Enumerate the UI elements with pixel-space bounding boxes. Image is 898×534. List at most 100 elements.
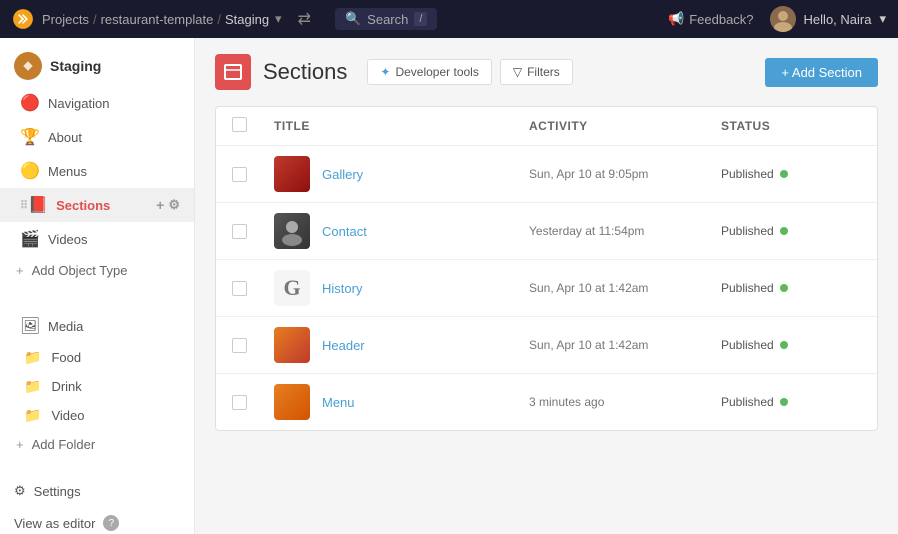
view-editor-label: View as editor	[14, 516, 95, 531]
filters-button[interactable]: ▽ Filters	[500, 59, 573, 85]
row-checkbox[interactable]	[232, 395, 247, 410]
about-icon: 🏆	[20, 127, 38, 147]
folder-icon: 📁	[24, 378, 41, 395]
row-thumbnail	[274, 156, 310, 192]
add-object-type-button[interactable]: + Add Object Type	[0, 256, 194, 285]
sidebar-item-videos[interactable]: 🎬 Videos	[0, 222, 194, 256]
staging-header[interactable]: Staging	[0, 46, 194, 86]
sidebar-item-sections[interactable]: ⠿ 📕 Sections + ⚙	[0, 188, 194, 222]
drag-handle-icon[interactable]: ⠿	[20, 199, 28, 212]
joomla-logo-icon	[12, 8, 34, 30]
row-title-link[interactable]: Menu	[322, 395, 355, 410]
folder-icon: 📁	[24, 349, 41, 366]
top-navigation: Projects / restaurant-template / Staging…	[0, 0, 898, 38]
row-title-cell: G History	[274, 270, 517, 306]
user-dropdown-icon[interactable]: ▾	[879, 11, 886, 27]
add-item-icon[interactable]: +	[156, 197, 164, 213]
table-row: Menu 3 minutes ago Published	[216, 374, 877, 430]
search-shortcut: /	[414, 12, 427, 26]
row-title-link[interactable]: Gallery	[322, 167, 363, 182]
sidebar-item-actions: + ⚙	[156, 197, 180, 213]
sidebar-top-section: Staging 🔴 Navigation 🏆 About 🟡 Menus ⠿ 📕…	[0, 38, 194, 293]
developer-tools-button[interactable]: ✦ Developer tools	[367, 59, 491, 85]
view-editor-row: View as editor ?	[0, 507, 194, 534]
add-section-button[interactable]: + Add Section	[765, 58, 878, 87]
sections-page-icon	[215, 54, 251, 90]
status-label: Published	[721, 395, 774, 409]
row-checkbox[interactable]	[232, 167, 247, 182]
status-dot	[780, 341, 788, 349]
sidebar: Staging 🔴 Navigation 🏆 About 🟡 Menus ⠿ 📕…	[0, 38, 195, 534]
media-item-label: Food	[51, 350, 81, 365]
navigation-icon: 🔴	[20, 93, 38, 113]
sidebar-item-label: About	[48, 130, 82, 145]
header-actions: ✦ Developer tools ▽ Filters	[367, 59, 572, 85]
row-checkbox[interactable]	[232, 224, 247, 239]
status-label: Published	[721, 281, 774, 295]
add-icon: +	[16, 263, 24, 278]
feedback-button[interactable]: 📢 Feedback?	[668, 11, 754, 27]
table-row: G History Sun, Apr 10 at 1:42am Publishe…	[216, 260, 877, 317]
row-status: Published	[721, 167, 861, 181]
row-status: Published	[721, 224, 861, 238]
row-thumbnail	[274, 327, 310, 363]
user-info[interactable]: Hello, Naira ▾	[770, 6, 886, 32]
sections-table: Title Activity Status Gallery Sun, Apr 1…	[215, 106, 878, 431]
row-activity: Yesterday at 11:54pm	[529, 224, 709, 238]
settings-item[interactable]: ⚙ Settings	[0, 475, 194, 507]
sidebar-item-label: Sections	[56, 198, 110, 213]
table-row: Contact Yesterday at 11:54pm Published	[216, 203, 877, 260]
select-all-checkbox[interactable]	[232, 117, 262, 135]
staging-label: Staging	[50, 58, 101, 74]
status-dot	[780, 398, 788, 406]
row-title-cell: Menu	[274, 384, 517, 420]
row-title-cell: Contact	[274, 213, 517, 249]
add-object-type-label: Add Object Type	[32, 263, 128, 278]
sidebar-item-menus[interactable]: 🟡 Menus	[0, 154, 194, 188]
media-item-video[interactable]: 📁 Video	[0, 401, 194, 430]
row-title-cell: Header	[274, 327, 517, 363]
settings-label: Settings	[34, 484, 81, 499]
feedback-label: Feedback?	[689, 12, 753, 27]
folder-icon: 📁	[24, 407, 41, 424]
staging-icon	[14, 52, 42, 80]
avatar	[770, 6, 796, 32]
status-label: Published	[721, 167, 774, 181]
template-link[interactable]: restaurant-template	[101, 12, 214, 27]
row-status: Published	[721, 338, 861, 352]
staging-dropdown-icon[interactable]: ▾	[275, 11, 282, 27]
table-row: Gallery Sun, Apr 10 at 9:05pm Published	[216, 146, 877, 203]
row-title-link[interactable]: Header	[322, 338, 365, 353]
sidebar-item-label: Videos	[48, 232, 88, 247]
row-thumbnail	[274, 384, 310, 420]
media-item-food[interactable]: 📁 Food	[0, 343, 194, 372]
row-checkbox[interactable]	[232, 338, 247, 353]
staging-breadcrumb[interactable]: Staging	[225, 12, 269, 27]
sidebar-item-about[interactable]: 🏆 About	[0, 120, 194, 154]
media-item-drink[interactable]: 📁 Drink	[0, 372, 194, 401]
row-title-link[interactable]: History	[322, 281, 362, 296]
row-activity: Sun, Apr 10 at 9:05pm	[529, 167, 709, 181]
sidebar-item-media[interactable]: 🖼 Media	[0, 309, 194, 343]
status-dot	[780, 170, 788, 178]
row-status: Published	[721, 395, 861, 409]
app-body: Staging 🔴 Navigation 🏆 About 🟡 Menus ⠿ 📕…	[0, 38, 898, 534]
dev-tools-label: Developer tools	[395, 65, 478, 79]
help-icon[interactable]: ?	[103, 515, 119, 531]
search-bar[interactable]: 🔍 Search /	[335, 8, 437, 30]
search-label: Search	[367, 12, 408, 27]
row-title-link[interactable]: Contact	[322, 224, 367, 239]
add-section-label: + Add Section	[781, 65, 862, 80]
gear-icon[interactable]: ⚙	[168, 197, 180, 213]
status-label: Published	[721, 338, 774, 352]
row-checkbox[interactable]	[232, 281, 247, 296]
breadcrumb: Projects / restaurant-template / Staging…	[42, 11, 282, 27]
page-title: Sections	[263, 59, 347, 85]
projects-link[interactable]: Projects	[42, 12, 89, 27]
status-column-header: Status	[721, 119, 861, 133]
row-status: Published	[721, 281, 861, 295]
page-header: Sections ✦ Developer tools ▽ Filters + A…	[215, 54, 878, 90]
dev-tools-icon: ✦	[380, 65, 390, 79]
sidebar-item-navigation[interactable]: 🔴 Navigation	[0, 86, 194, 120]
add-folder-button[interactable]: + Add Folder	[0, 430, 194, 459]
